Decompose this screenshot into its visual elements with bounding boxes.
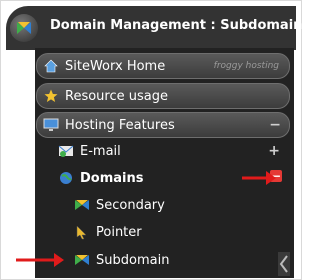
nav-label: Secondary	[96, 197, 165, 213]
nav-secondary[interactable]: Secondary	[74, 193, 274, 217]
domain-icon	[74, 252, 90, 268]
nav-label: Pointer	[96, 224, 142, 240]
monitor-icon	[43, 117, 59, 133]
globe-icon	[58, 170, 74, 186]
nav-label: E-mail	[80, 143, 121, 159]
annotation-arrow-icon	[16, 253, 64, 267]
page-header: Domain Management : Subdomains	[6, 6, 310, 50]
collapse-icon[interactable]: −	[269, 117, 281, 133]
nav-label: Resource usage	[65, 88, 168, 104]
home-icon	[43, 58, 59, 74]
expand-icon[interactable]: +	[268, 143, 280, 159]
scrollbar[interactable]	[278, 252, 290, 276]
nav-label: Hosting Features	[65, 117, 175, 133]
nav-resource-usage[interactable]: Resource usage	[36, 83, 290, 109]
annotation-arrow-icon	[242, 171, 276, 185]
star-icon	[43, 88, 59, 104]
watermark-text: froggy hosting	[213, 61, 279, 71]
nav-label: Domains	[80, 170, 144, 186]
email-icon	[58, 143, 74, 159]
siteworx-logo-icon	[10, 14, 38, 42]
nav-pointer[interactable]: Pointer	[74, 220, 274, 244]
pointer-icon	[74, 224, 90, 240]
nav-label: Subdomain	[96, 252, 170, 268]
page-title: Domain Management : Subdomains	[50, 18, 311, 33]
nav-subdomain[interactable]: Subdomain	[74, 248, 274, 272]
nav-hosting-features[interactable]: Hosting Features −	[36, 112, 290, 138]
nav-label: SiteWorx Home	[65, 58, 166, 74]
nav-siteworx-home[interactable]: SiteWorx Home froggy hosting	[36, 53, 290, 79]
nav-email[interactable]: E-mail +	[58, 139, 288, 163]
domain-icon	[74, 197, 90, 213]
